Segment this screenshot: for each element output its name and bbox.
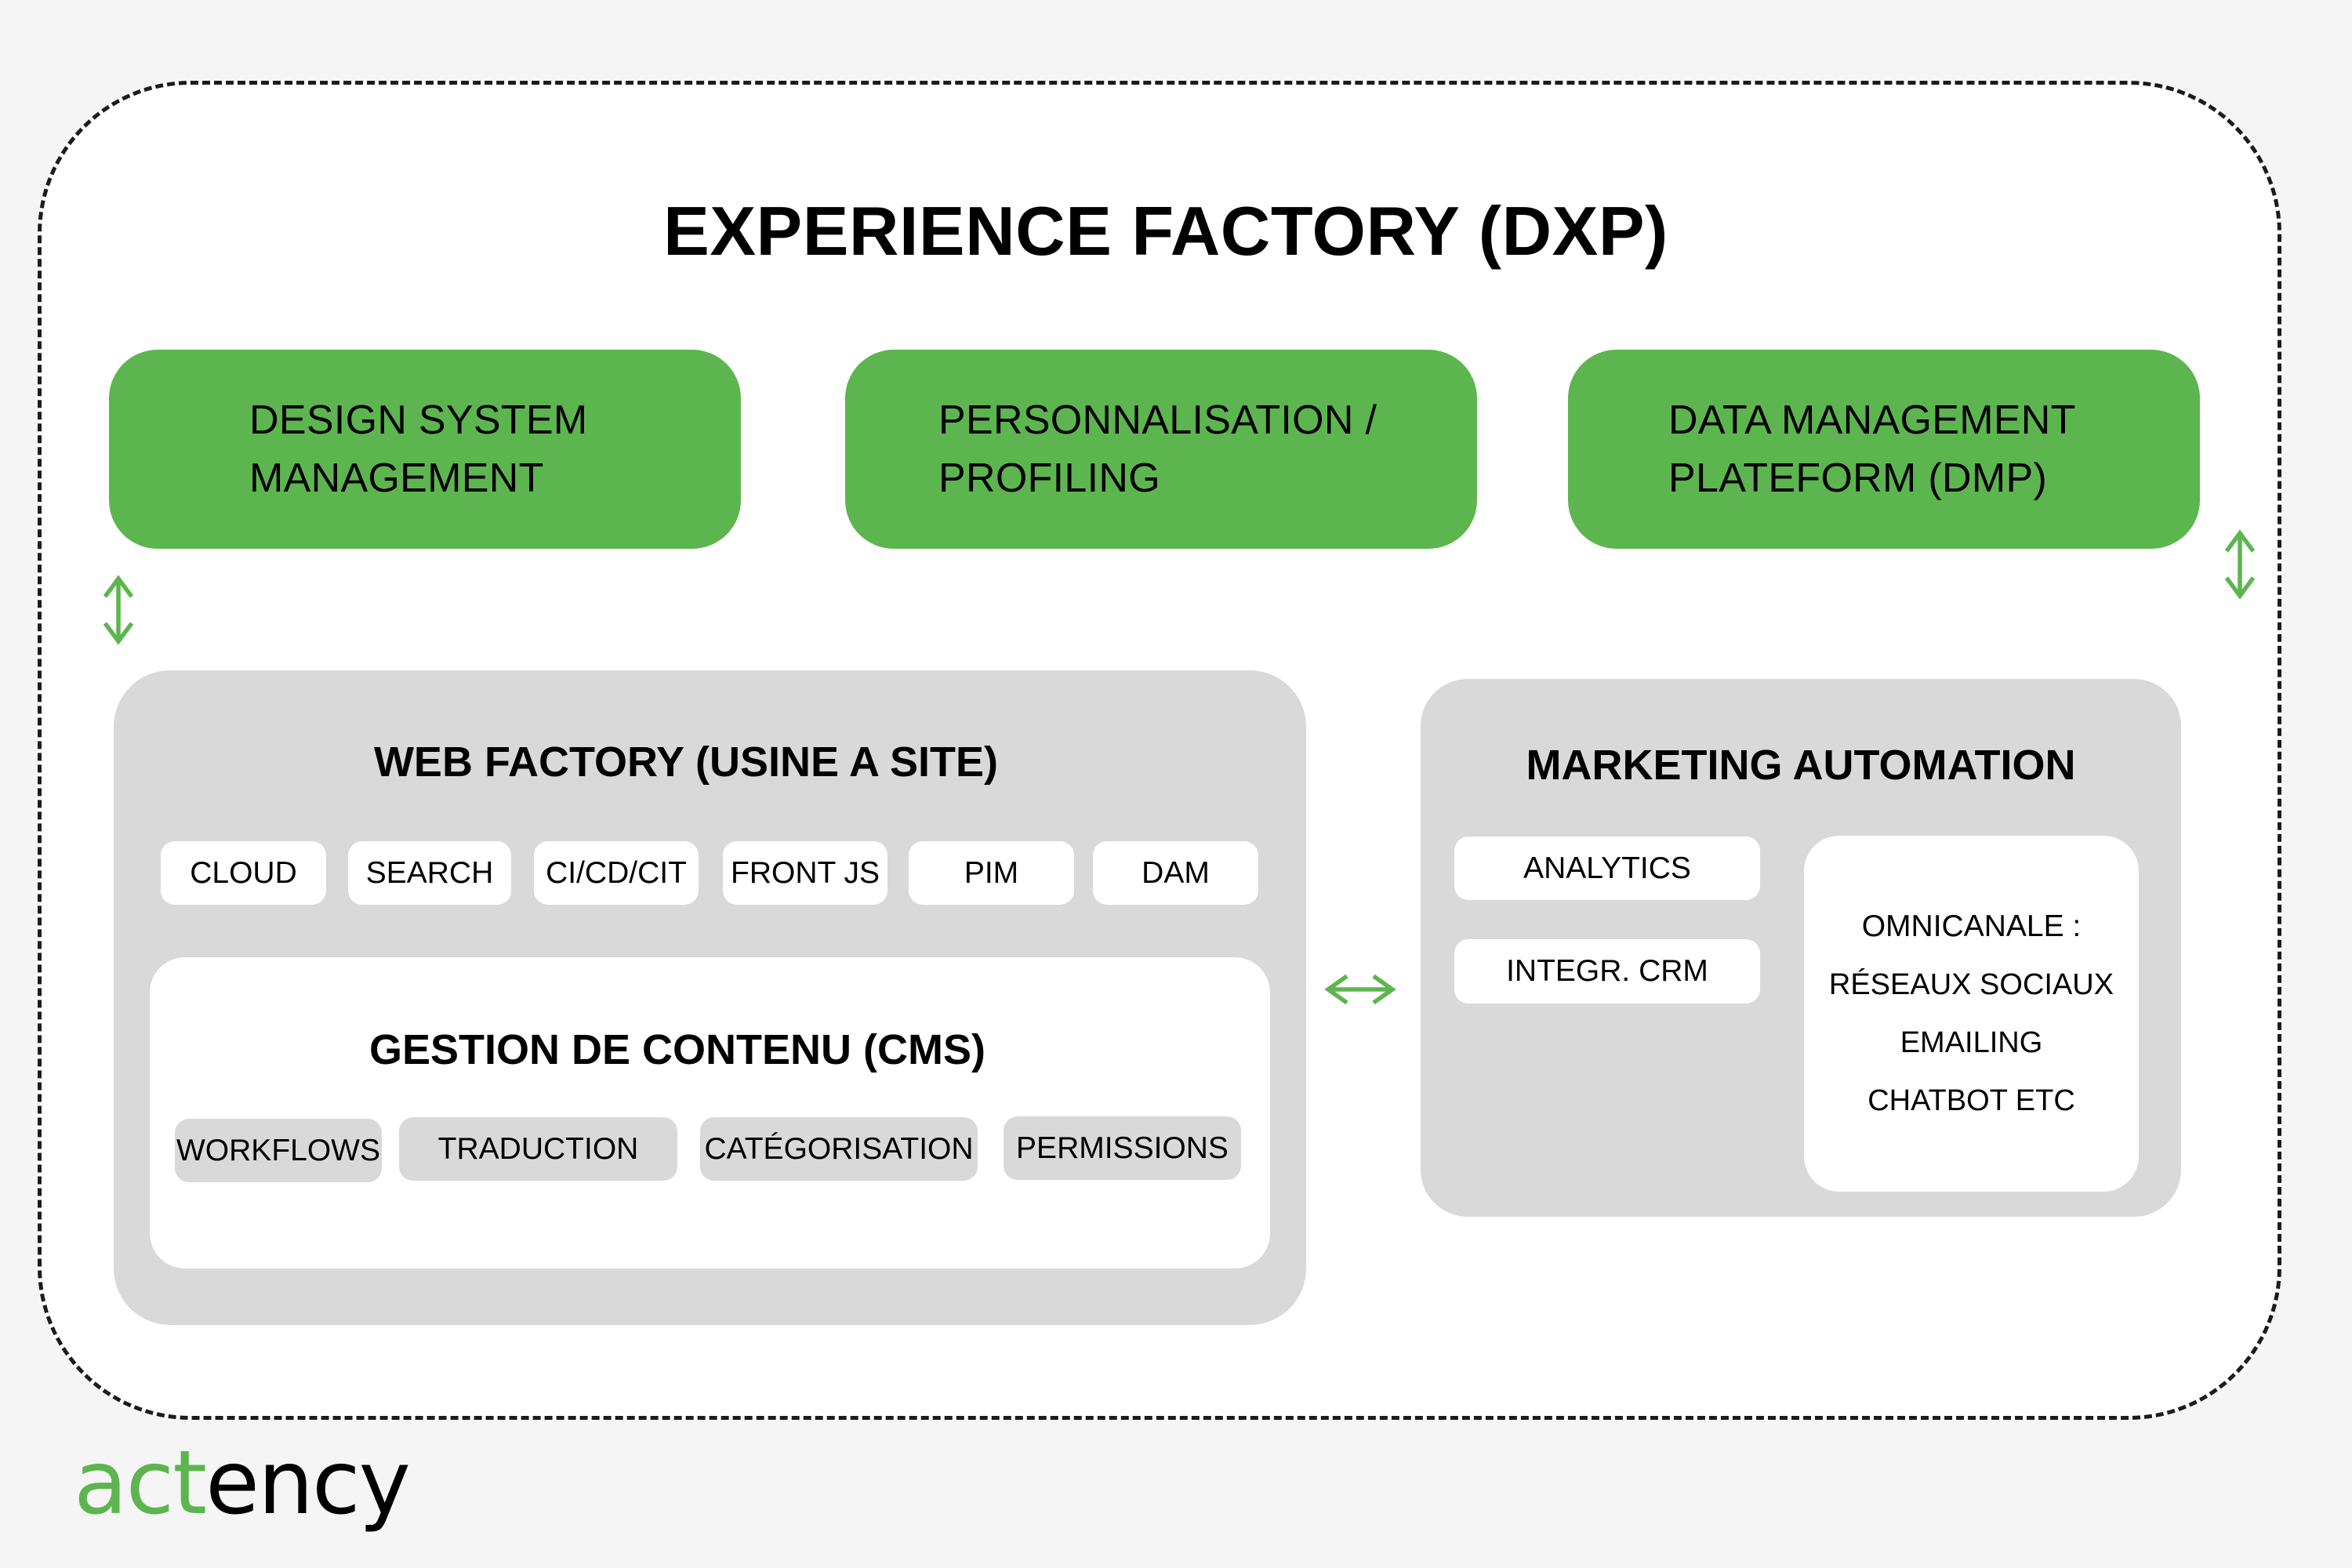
cms-panel <box>150 957 1270 1269</box>
module-label-line: PROFILING <box>938 456 1160 501</box>
module-design-system-management: DESIGN SYSTEM MANAGEMENT <box>109 350 741 549</box>
omnichannel-item: CHATBOT ETC <box>1867 1084 2075 1117</box>
module-label-line: DATA MANAGEMENT <box>1668 397 2076 443</box>
cms-feature-pill: TRADUCTION <box>399 1117 677 1181</box>
omnichannel-item: RÉSEAUX SOCIAUX <box>1828 968 2114 1001</box>
marketing-component-pill: ANALYTICS <box>1454 837 1760 900</box>
component-pill: PIM <box>909 841 1074 905</box>
component-pill: CI/CD/CIT <box>534 841 699 905</box>
component-pill: CLOUD <box>161 841 326 905</box>
double-arrow-vertical-icon <box>2220 528 2259 601</box>
cms-feature-pill: WORKFLOWS <box>175 1119 382 1182</box>
omnichannel-item: EMAILING <box>1900 1026 2043 1059</box>
cms-feature-pill: CATÉGORISATION <box>700 1117 978 1181</box>
web-factory-title: WEB FACTORY (USINE A SITE) <box>373 739 999 786</box>
omnichannel-box: OMNICANALE : RÉSEAUX SOCIAUX EMAILING CH… <box>1804 836 2139 1192</box>
cms-title: GESTION DE CONTENU (CMS) <box>368 1026 985 1073</box>
component-pill: DAM <box>1093 841 1258 905</box>
module-personnalisation-profiling: PERSONNALISATION / PROFILING <box>845 350 1477 549</box>
double-arrow-vertical-icon <box>99 574 138 646</box>
logo-black-part: ency <box>205 1432 411 1534</box>
module-label-line: DESIGN SYSTEM <box>249 397 588 443</box>
actency-logo: actency <box>74 1428 411 1538</box>
module-label-line: PLATEFORM (DMP) <box>1668 456 2048 501</box>
marketing-automation-title: MARKETING AUTOMATION <box>1526 742 2076 789</box>
logo-green-part: act <box>74 1432 207 1534</box>
double-arrow-horizontal-icon <box>1323 970 1397 1009</box>
diagram-title: EXPERIENCE FACTORY (DXP) <box>663 192 1668 270</box>
cms-feature-pill: PERMISSIONS <box>1004 1116 1241 1180</box>
module-data-management-plateform: DATA MANAGEMENT PLATEFORM (DMP) <box>1568 350 2200 549</box>
module-label-line: PERSONNALISATION / <box>938 397 1377 443</box>
component-pill: SEARCH <box>348 841 511 905</box>
module-label-line: MANAGEMENT <box>249 456 544 501</box>
marketing-component-pill: INTEGR. CRM <box>1454 939 1760 1004</box>
omnichannel-heading: OMNICANALE : <box>1861 909 2082 943</box>
component-pill: FRONT JS <box>723 841 887 905</box>
